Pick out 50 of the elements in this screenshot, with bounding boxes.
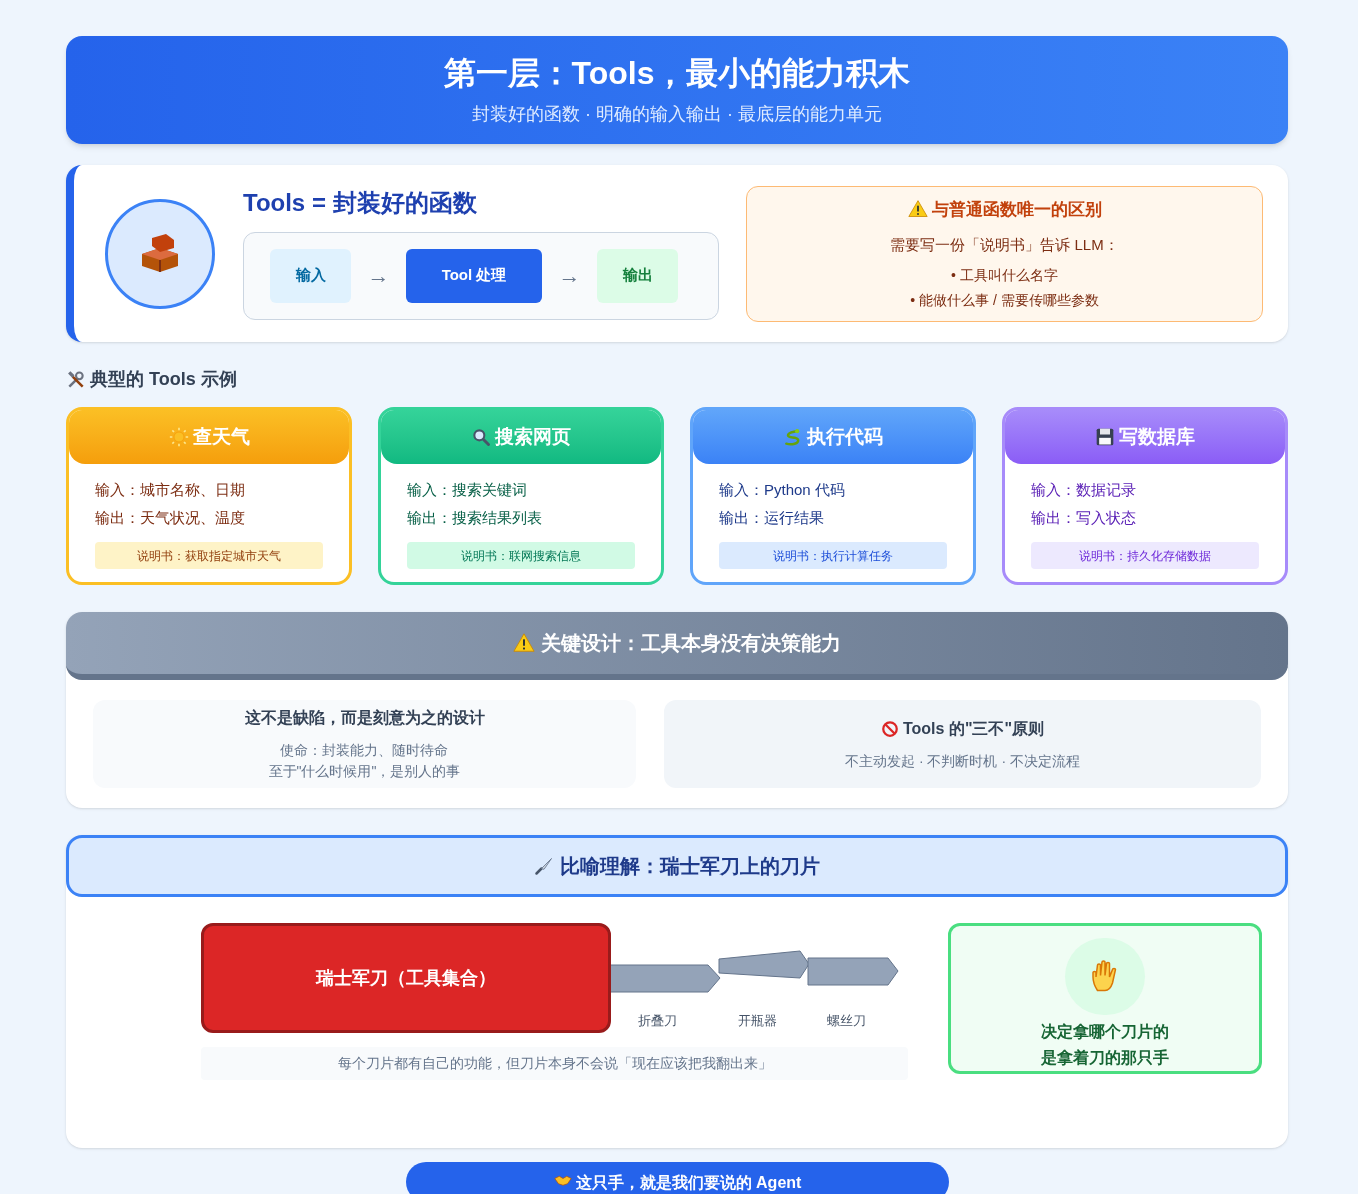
page-subtitle: 封装好的函数 · 明确的输入输出 · 最底层的能力单元 [472, 102, 882, 126]
output-text: 输出：天气状况、温度 [95, 508, 246, 528]
flow-step: 输入 [270, 248, 351, 303]
panel-text: 至于"什么时候用"，是别人的事 [268, 762, 461, 781]
input-text: 输入：Python 代码 [719, 480, 846, 500]
card-title: 写数据库 [1119, 424, 1195, 449]
output-text: 输出：运行结果 [719, 508, 825, 528]
card-title: 查天气 [192, 424, 250, 449]
output-text: 输出：搜索结果列表 [407, 508, 543, 528]
tools-icon [66, 369, 86, 390]
blade-label: 折叠刀 [638, 1012, 677, 1030]
manual-tag: 说明书：执行计算任务 [719, 542, 947, 569]
note-title: 与普通函数唯一的区别 [931, 198, 1102, 221]
flow-step: 输出 [597, 248, 678, 303]
card-title: 执行代码 [807, 424, 883, 449]
bullet-item: • 能做什么事 / 需要传哪些参数 [910, 290, 1099, 310]
card-title: 搜索网页 [495, 424, 571, 449]
panel-title: Tools 的"三不"原则 [902, 718, 1045, 739]
warning-icon [513, 632, 535, 654]
panel-title: 这不是缺陷，而是刻意为之的设计 [244, 708, 485, 728]
hand-text: 决定拿哪个刀片的 是拿着刀的那只手 [1041, 1022, 1169, 1068]
input-text: 输入：数据记录 [1031, 480, 1137, 500]
panel-text: 不主动发起 · 不判断时机 · 不决定流程 [845, 751, 1080, 771]
arrow: → [557, 262, 582, 290]
sun-icon [168, 427, 189, 447]
knife-icon [534, 856, 554, 876]
manual-tag: 说明书：获取指定城市天气 [95, 542, 323, 569]
output-text: 输出：写入状态 [1031, 508, 1137, 528]
input-text: 输入：搜索关键词 [407, 480, 528, 500]
blade-label: 螺丝刀 [827, 1012, 866, 1030]
prohibited-icon [880, 719, 899, 738]
definition-title: Tools = 封装好的函数 [243, 187, 478, 218]
key-design-title: 关键设计：工具本身没有决策能力 [541, 631, 841, 656]
input-text: 输入：城市名称、日期 [95, 480, 246, 500]
caption-text: 每个刀片都有自己的功能，但刀片本身不会说「现在应该把我翻出来」 [201, 1047, 908, 1080]
section-heading: 典型的 Tools 示例 [90, 368, 237, 391]
warning-icon [907, 199, 928, 220]
analogy-title: 比喻理解：瑞士军刀上的刀片 [560, 854, 820, 879]
note-text: 需要写一份「说明书」告诉 LLM： [890, 235, 1119, 255]
manual-tag: 说明书：持久化存储数据 [1031, 542, 1259, 569]
agent-button[interactable]: 这只手，就是我们要说的 Agent [406, 1162, 949, 1194]
panel-text: 使命：封装能力、随时待命 [280, 741, 449, 760]
blade-label: 开瓶器 [738, 1012, 777, 1030]
flow-step: Tool 处理 [406, 248, 542, 303]
manual-tag: 说明书：联网搜索信息 [407, 542, 635, 569]
bullet-item: • 工具叫什么名字 [951, 265, 1058, 285]
search-icon [471, 427, 491, 447]
knife-handle: 瑞士军刀（工具集合） [201, 923, 611, 1033]
page-title: 第一层：Tools，最小的能力积木 [443, 53, 911, 93]
arrow: → [366, 262, 391, 290]
